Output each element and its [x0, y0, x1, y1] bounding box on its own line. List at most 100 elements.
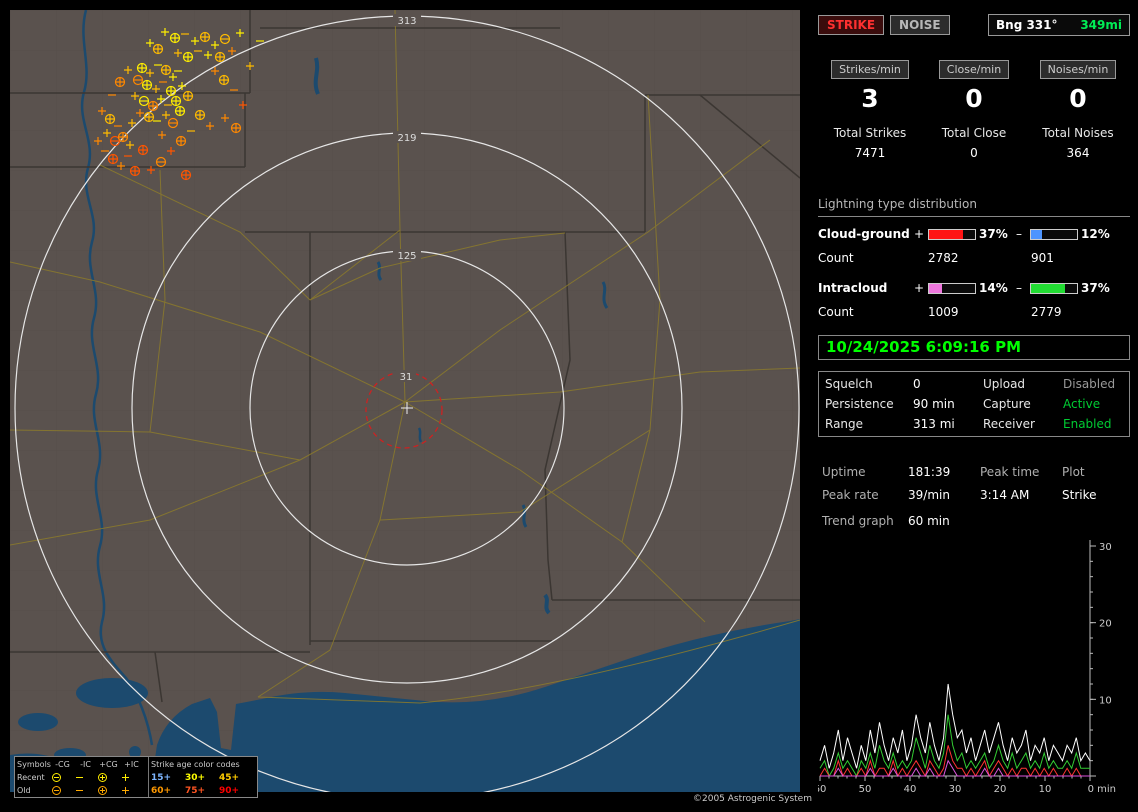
total-strikes-label: Total Strikes — [833, 126, 907, 140]
upload-status: Disabled — [1063, 377, 1116, 391]
legend-symbols-section: Symbols -CG -IC +CG +IC Recent Old — [15, 757, 149, 797]
close-per-min-column: Close/min 0 Total Close 0 — [922, 60, 1026, 160]
noises-per-min-value: 0 — [1069, 84, 1087, 113]
trend-graph-label: Trend graph — [822, 514, 894, 528]
total-noises-label: Total Noises — [1042, 126, 1114, 140]
age-code: 45+ — [219, 772, 240, 783]
status-row: Range 313 mi Receiver Enabled — [825, 414, 1129, 434]
range-ring-label: 31 — [400, 372, 413, 383]
legend-col-neg-cg: -CG — [55, 760, 70, 769]
total-noises-value: 364 — [1066, 146, 1090, 160]
bearing-distance: 349mi — [1080, 18, 1122, 32]
peak-time-value: 3:14 AM — [980, 487, 1030, 502]
range-ring-label: 313 — [397, 16, 416, 27]
noises-per-min-header[interactable]: Noises/min — [1039, 60, 1117, 79]
ic-negative-percent: 37% — [1081, 281, 1110, 295]
plus-sign: + — [914, 227, 925, 241]
total-close-value: 0 — [970, 146, 978, 160]
age-code: 90+ — [219, 785, 240, 796]
age-code: 30+ — [185, 772, 206, 783]
intracloud-row: Intracloud + 14% – 37% — [818, 280, 1130, 296]
svg-text:50: 50 — [859, 784, 872, 795]
close-per-min-value: 0 — [965, 84, 983, 113]
close-per-min-header[interactable]: Close/min — [938, 60, 1010, 79]
intracloud-label: Intracloud — [818, 281, 888, 295]
age-code: 75+ — [185, 785, 206, 796]
ic-positive-gauge — [928, 282, 976, 294]
trend-graph-header: Trend graph 60 min — [822, 514, 950, 528]
plus-sign: + — [914, 281, 925, 295]
legend-age-section: Strike age color codes 15+ 30+ 45+ 60+ 7… — [149, 757, 257, 797]
peak-rate-label: Peak rate — [822, 487, 879, 502]
strikes-per-min-value: 3 — [861, 84, 879, 113]
receiver-status-box: Squelch 0 Upload Disabled Persistence 90… — [818, 371, 1130, 437]
total-close-label: Total Close — [941, 126, 1007, 140]
plus-icon — [120, 772, 143, 783]
count-label: Count — [818, 251, 854, 265]
status-panel: STRIKE NOISE Bng 331° 349mi Strikes/min … — [812, 0, 1138, 812]
ic-negative-count: 2779 — [1031, 305, 1062, 319]
bearing-display: Bng 331° 349mi — [988, 14, 1130, 36]
cg-negative-gauge — [1030, 228, 1078, 240]
legend-col-neg-ic: -IC — [80, 760, 91, 769]
legend-row-recent: Recent — [17, 773, 45, 782]
minus-icon — [74, 772, 97, 783]
upload-label: Upload — [983, 377, 1026, 391]
circle-minus-icon — [51, 785, 74, 796]
peak-time-label: Peak time — [980, 464, 1040, 479]
range-ring-label: 125 — [397, 251, 416, 262]
cloud-ground-count-row: Count 2782 901 — [818, 250, 1130, 266]
count-label: Count — [818, 305, 854, 319]
ic-positive-percent: 14% — [979, 281, 1008, 295]
copyright-text: ©2005 Astrogenic Systems — [693, 794, 817, 804]
strike-toggle-button[interactable]: STRIKE — [818, 15, 885, 35]
squelch-value: 0 — [913, 377, 921, 391]
map-canvas[interactable]: 313 219 125 31 — [10, 10, 800, 792]
range-value: 313 mi — [913, 417, 955, 431]
plus-icon — [120, 785, 143, 796]
cg-positive-percent: 37% — [979, 227, 1008, 241]
range-label: Range — [825, 417, 864, 431]
squelch-label: Squelch — [825, 377, 873, 391]
strikes-per-min-column: Strikes/min 3 Total Strikes 7471 — [818, 60, 922, 160]
session-stats: Uptime 181:39 Peak time Plot Peak rate 3… — [822, 460, 1130, 506]
lightning-distribution-section: Lightning type distribution Cloud-ground… — [818, 197, 1130, 320]
cg-positive-count: 2782 — [928, 251, 959, 265]
svg-text:40: 40 — [904, 784, 917, 795]
status-row: Persistence 90 min Capture Active — [825, 394, 1129, 414]
svg-text:0 min: 0 min — [1088, 784, 1116, 795]
receiver-status: Enabled — [1063, 417, 1112, 431]
minus-icon — [74, 785, 97, 796]
svg-text:20: 20 — [994, 784, 1007, 795]
radar-map[interactable]: 313 219 125 31 Symbols -CG -IC +CG +IC R… — [10, 10, 800, 798]
capture-status: Active — [1063, 397, 1101, 411]
range-ring-label: 219 — [397, 133, 416, 144]
plot-mode-value: Strike — [1062, 487, 1097, 502]
svg-text:60: 60 — [818, 784, 826, 795]
intracloud-count-row: Count 1009 2779 — [818, 304, 1130, 320]
ic-negative-gauge — [1030, 282, 1078, 294]
circle-minus-icon — [51, 772, 74, 783]
uptime-label: Uptime — [822, 464, 866, 479]
legend-col-pos-cg: +CG — [99, 760, 118, 769]
rates-section: Strikes/min 3 Total Strikes 7471 Close/m… — [818, 60, 1130, 160]
status-row: Squelch 0 Upload Disabled — [825, 374, 1129, 394]
svg-text:10: 10 — [1039, 784, 1052, 795]
noise-toggle-button[interactable]: NOISE — [890, 15, 950, 35]
age-code: 15+ — [151, 772, 172, 783]
strike-legend: Symbols -CG -IC +CG +IC Recent Old Strik… — [14, 756, 258, 798]
cg-negative-count: 901 — [1031, 251, 1054, 265]
strikes-per-min-header[interactable]: Strikes/min — [831, 60, 909, 79]
peak-rate-value: 39/min — [908, 487, 950, 502]
ic-positive-count: 1009 — [928, 305, 959, 319]
cloud-ground-label: Cloud-ground — [818, 227, 910, 241]
plot-label: Plot — [1062, 464, 1085, 479]
circle-plus-icon — [97, 772, 120, 783]
cg-positive-gauge — [928, 228, 976, 240]
minus-sign: – — [1016, 227, 1022, 241]
persistence-label: Persistence — [825, 397, 894, 411]
svg-text:20: 20 — [1099, 619, 1112, 630]
datetime-display: 10/24/2025 6:09:16 PM — [818, 335, 1130, 360]
persistence-value: 90 min — [913, 397, 955, 411]
age-code: 60+ — [151, 785, 172, 796]
